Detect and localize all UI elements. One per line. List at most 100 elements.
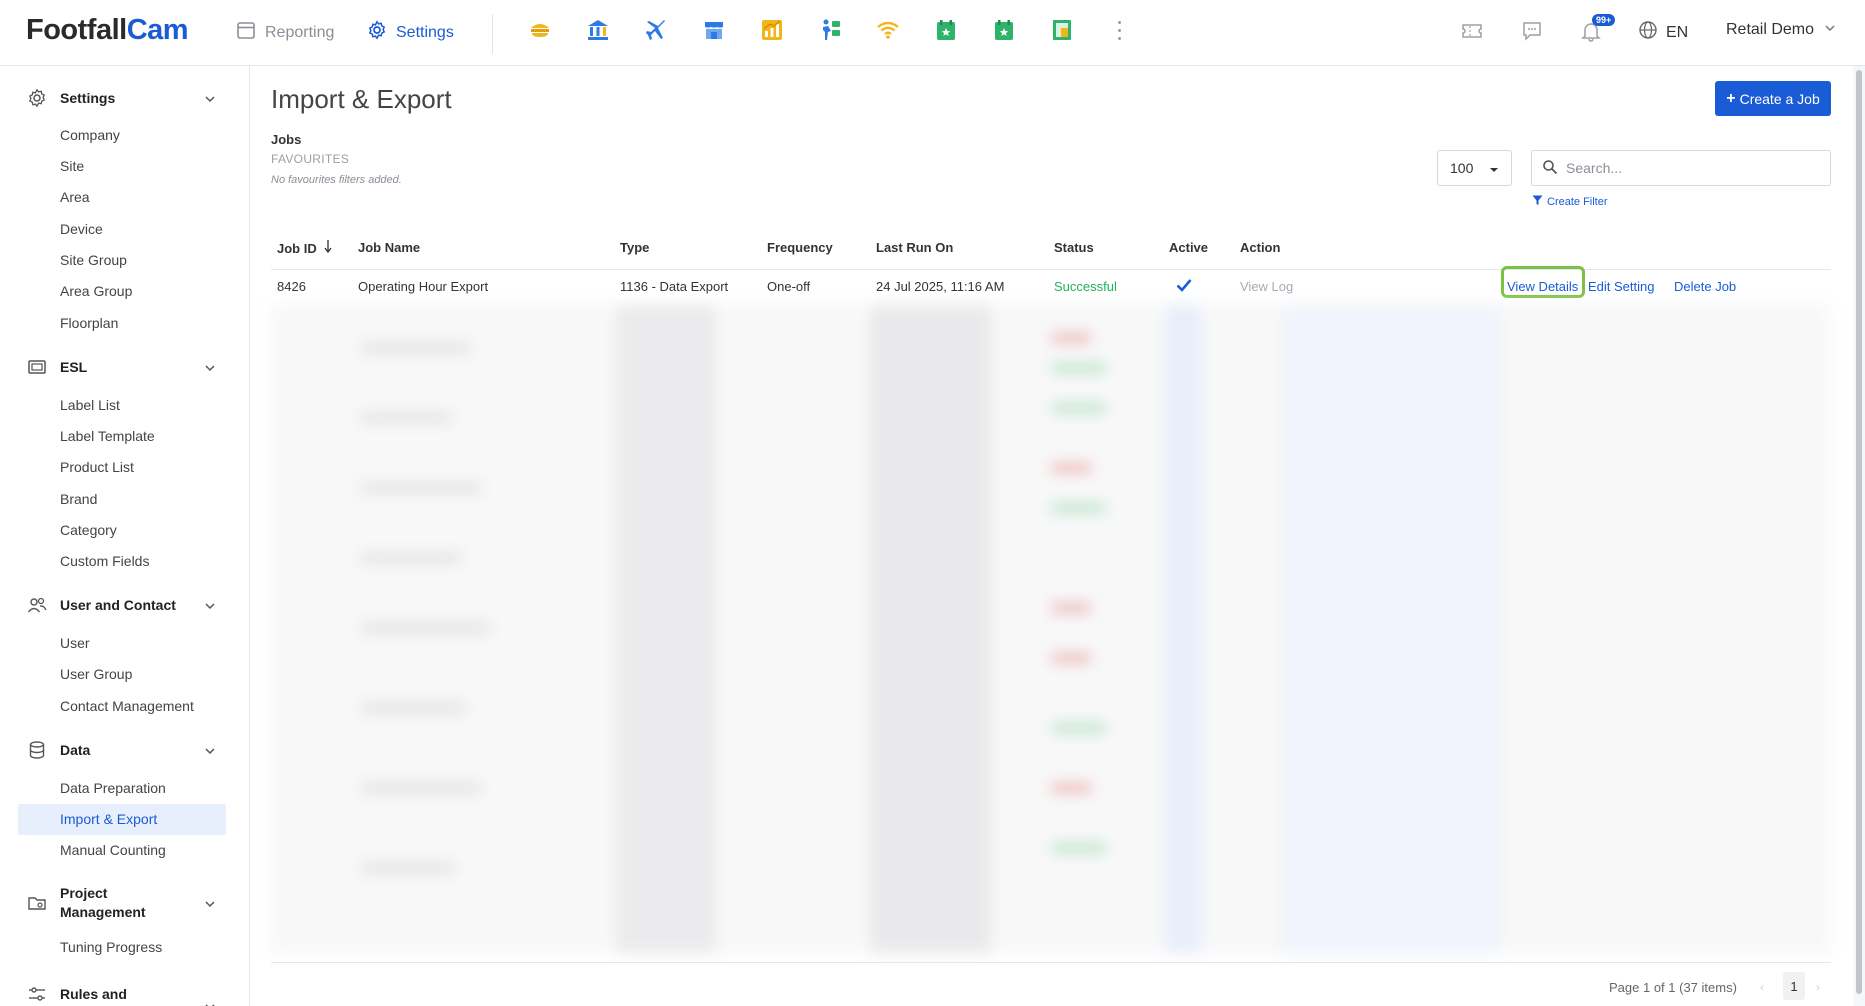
page-size-select[interactable]: 100 — [1437, 150, 1512, 186]
blurred-table-rows — [271, 304, 1831, 954]
sidebar-item-category[interactable]: Category — [18, 515, 226, 546]
sidebar-section-data[interactable]: Data — [26, 739, 226, 761]
sidebar-item-brand[interactable]: Brand — [18, 484, 226, 515]
column-header-type[interactable]: Type — [620, 240, 649, 255]
cell-last-run-on: 24 Jul 2025, 11:16 AM — [876, 279, 1005, 294]
more-modules-icon[interactable] — [1113, 18, 1125, 42]
sidebar-item-company[interactable]: Company — [18, 120, 226, 151]
sidebar-item-custom-fields[interactable]: Custom Fields — [18, 546, 226, 577]
chevron-down-icon — [204, 92, 216, 108]
column-header-job-name[interactable]: Job Name — [358, 240, 420, 255]
airport-icon[interactable] — [644, 18, 668, 42]
sidebar-item-user-group[interactable]: User Group — [18, 659, 226, 690]
sidebar-section-settings[interactable]: Settings — [26, 87, 226, 109]
column-header-frequency[interactable]: Frequency — [767, 240, 833, 255]
ticket-icon[interactable] — [1461, 20, 1483, 45]
edit-setting-link[interactable]: Edit Setting — [1588, 279, 1655, 294]
page-scrollbar[interactable] — [1853, 66, 1865, 1006]
sidebar-section-rules[interactable]: Rules and — [26, 983, 226, 1006]
blurred-column-last-run — [871, 304, 991, 954]
sidebar-section-title: Data — [60, 741, 91, 758]
gear-icon — [367, 20, 387, 45]
column-header-status[interactable]: Status — [1054, 240, 1094, 255]
table-footer-divider — [271, 962, 1831, 963]
sidebar-item-contact-management[interactable]: Contact Management — [18, 691, 226, 722]
sidebar-item-area-group[interactable]: Area Group — [18, 276, 226, 307]
column-header-last-run-on[interactable]: Last Run On — [876, 240, 953, 255]
blurred-column-action — [1281, 304, 1501, 954]
database-icon — [26, 739, 48, 761]
cell-job-id: 8426 — [277, 279, 306, 294]
folder-settings-icon — [26, 892, 48, 914]
users-icon — [26, 594, 48, 616]
bank-icon[interactable] — [586, 18, 610, 42]
cell-status: Successful — [1054, 279, 1117, 294]
sidebar-section-user-contact[interactable]: User and Contact — [26, 594, 226, 616]
sheet-icon[interactable] — [1050, 18, 1074, 42]
language-selector[interactable]: EN — [1638, 20, 1688, 45]
next-page-icon[interactable]: › — [1816, 980, 1820, 994]
sidebar-item-user[interactable]: User — [18, 628, 226, 659]
previous-page-icon[interactable]: ‹ — [1760, 980, 1764, 994]
create-filter-label: Create Filter — [1547, 196, 1608, 208]
column-header-active[interactable]: Active — [1169, 240, 1208, 255]
plus-icon: + — [1726, 89, 1736, 107]
sidebar-item-import-export[interactable]: Import & Export — [18, 804, 226, 835]
sidebar-section-title: Rules and — [60, 985, 127, 1002]
blurred-column-type — [616, 304, 716, 954]
sidebar-item-label-template[interactable]: Label Template — [18, 421, 226, 452]
sidebar-item-manual-counting[interactable]: Manual Counting — [18, 835, 226, 866]
active-checkmark-icon — [1176, 278, 1192, 295]
scrollbar-thumb[interactable] — [1856, 70, 1862, 994]
chevron-down-icon — [204, 897, 216, 913]
sidebar-item-data-preparation[interactable]: Data Preparation — [18, 773, 226, 804]
create-job-button[interactable]: + Create a Job — [1715, 81, 1831, 116]
chat-icon[interactable] — [1521, 20, 1543, 45]
store-icon[interactable] — [528, 18, 552, 42]
sidebar-item-product-list[interactable]: Product List — [18, 452, 226, 483]
view-details-link[interactable]: View Details — [1507, 279, 1578, 294]
page-number-button[interactable]: 1 — [1783, 972, 1805, 1000]
calendar-star-icon[interactable] — [934, 18, 958, 42]
top-bar: FootfallCam Reporting Settings 99+ EN Re… — [0, 0, 1865, 66]
column-header-job-id[interactable]: Job ID — [277, 240, 332, 256]
chart-icon[interactable] — [760, 18, 784, 42]
sidebar-section-project-management[interactable]: Project Management — [26, 884, 226, 922]
account-menu[interactable]: Retail Demo — [1726, 21, 1836, 39]
footfallcam-logo[interactable]: FootfallCam — [26, 14, 189, 47]
nav-reporting[interactable]: Reporting — [236, 20, 334, 45]
jobs-table: Job ID Job Name Type Frequency Last Run … — [271, 228, 1831, 954]
filter-icon — [1532, 195, 1543, 209]
sidebar-item-site-group[interactable]: Site Group — [18, 245, 226, 276]
sidebar-section-esl[interactable]: ESL — [26, 356, 226, 378]
nav-divider — [492, 14, 493, 54]
delete-job-link[interactable]: Delete Job — [1674, 279, 1736, 294]
chevron-down-icon — [204, 599, 216, 615]
jobs-label: Jobs — [271, 132, 302, 147]
column-header-action: Action — [1240, 240, 1281, 255]
search-box — [1531, 150, 1831, 186]
bell-icon[interactable]: 99+ — [1580, 14, 1616, 45]
chevron-down-icon — [204, 1000, 216, 1006]
table-header: Job ID Job Name Type Frequency Last Run … — [271, 228, 1831, 270]
sidebar-item-tuning-progress[interactable]: Tuning Progress — [18, 932, 226, 963]
sidebar-item-area[interactable]: Area — [18, 182, 226, 213]
people-counting-icon[interactable] — [818, 18, 842, 42]
nav-settings[interactable]: Settings — [367, 20, 454, 45]
wifi-icon[interactable] — [876, 18, 900, 42]
create-job-label: Create a Job — [1739, 90, 1820, 107]
logo-text-2: Cam — [126, 14, 189, 46]
sidebar-section-title: User and Contact — [60, 596, 176, 613]
sidebar-item-label-list[interactable]: Label List — [18, 390, 226, 421]
sidebar-item-device[interactable]: Device — [18, 214, 226, 245]
search-input[interactable] — [1566, 160, 1816, 176]
sidebar-item-floorplan[interactable]: Floorplan — [18, 308, 226, 339]
shop-icon[interactable] — [702, 18, 726, 42]
view-log-link[interactable]: View Log — [1240, 279, 1293, 294]
calendar-event-icon[interactable] — [992, 18, 1016, 42]
blurred-column-active — [1166, 304, 1201, 954]
sort-arrow-down-icon — [324, 240, 332, 256]
create-filter-link[interactable]: Create Filter — [1532, 195, 1608, 209]
language-label: EN — [1666, 23, 1689, 41]
sidebar-item-site[interactable]: Site — [18, 151, 226, 182]
